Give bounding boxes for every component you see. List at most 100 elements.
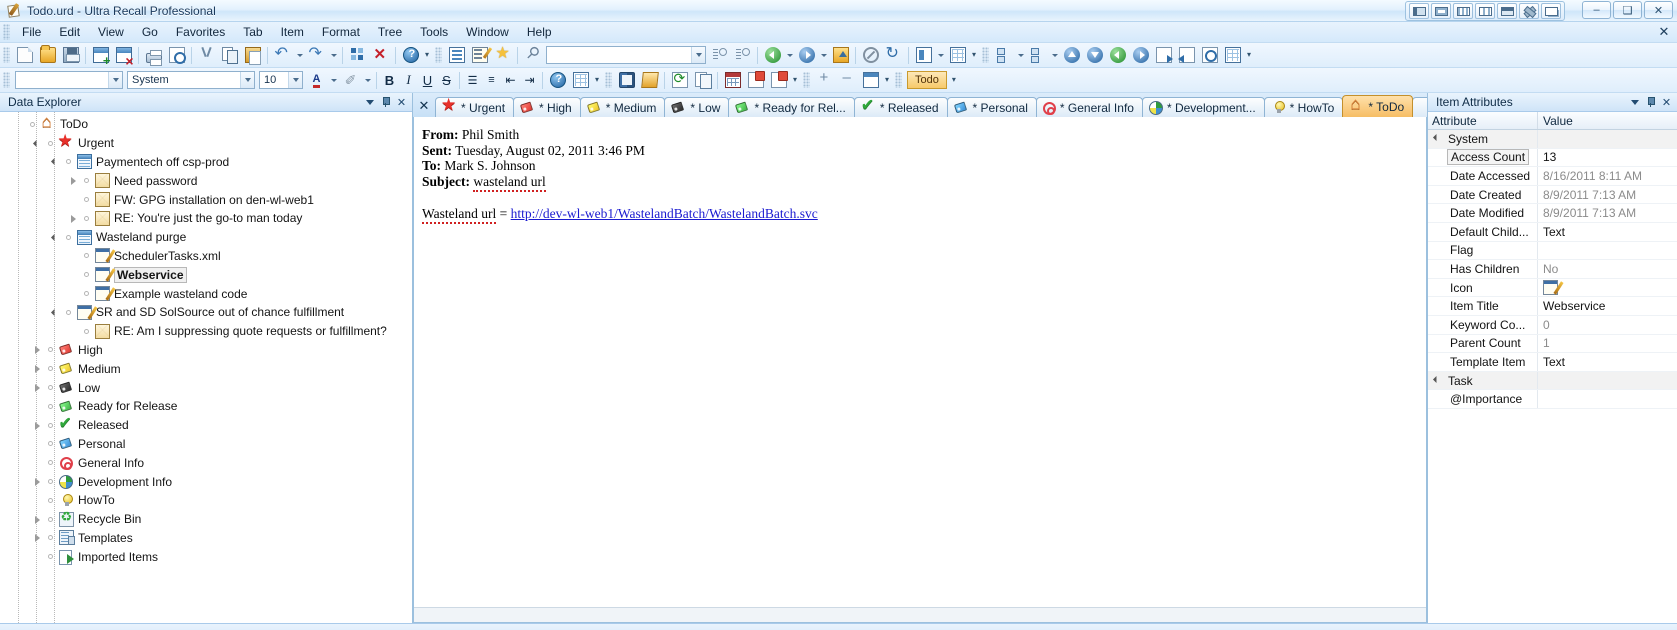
tree-item[interactable]: RE: Am I suppressing quote requests or f…	[0, 322, 412, 341]
menu-edit[interactable]: Edit	[50, 22, 89, 42]
delete-icon[interactable]	[370, 45, 391, 66]
save-icon[interactable]	[60, 45, 81, 66]
value-column-header[interactable]: Value	[1538, 112, 1677, 129]
paste-icon[interactable]	[242, 45, 263, 66]
tree-item[interactable]: Released	[0, 413, 412, 435]
menu-favorites[interactable]: Favorites	[167, 22, 234, 42]
tab-ready-for-rel[interactable]: * Ready for Rel...	[728, 97, 855, 117]
font-color-dropdown-icon[interactable]	[328, 70, 339, 91]
font-size-dropdown-icon[interactable]	[288, 72, 302, 88]
underline-button[interactable]: U	[418, 71, 437, 90]
menu-item[interactable]: Item	[272, 22, 313, 42]
open-file-icon[interactable]	[37, 45, 58, 66]
refresh-icon[interactable]	[883, 43, 904, 66]
layout-split-v-icon[interactable]	[1475, 3, 1495, 19]
expander-closed-icon[interactable]	[30, 379, 44, 397]
copy-icon[interactable]	[219, 45, 240, 66]
attribute-value-cell[interactable]	[1538, 280, 1677, 296]
print-preview-icon[interactable]	[166, 45, 187, 66]
attribute-row[interactable]: Date Accessed 8/16/2011 8:11 AM	[1428, 167, 1677, 186]
menu-go[interactable]: Go	[133, 22, 167, 42]
expander-closed-icon[interactable]	[66, 172, 80, 190]
redo-dropdown-icon[interactable]	[328, 45, 339, 66]
attribute-row[interactable]: Template Item Text	[1428, 353, 1677, 372]
format-overflow-4-icon[interactable]: ▾	[949, 70, 959, 91]
tree-item[interactable]: Recycle Bin	[0, 509, 412, 529]
search-dropdown-icon[interactable]	[691, 47, 705, 63]
attribute-value-cell[interactable]: 0	[1538, 318, 1677, 332]
tab-medium[interactable]: * Medium	[579, 97, 666, 117]
format-grip-4-icon[interactable]	[895, 72, 902, 88]
open-folder-icon[interactable]	[639, 70, 660, 91]
pane-view-dropdown-icon[interactable]	[935, 45, 946, 66]
menu-view[interactable]: View	[89, 22, 133, 42]
attribute-row[interactable]: Default Child... Text	[1428, 222, 1677, 242]
duplicate-doc-icon[interactable]	[692, 70, 713, 91]
format-grip-2-icon[interactable]	[605, 72, 612, 88]
search-input[interactable]	[546, 46, 706, 64]
tree-item[interactable]: High	[0, 341, 412, 360]
maximize-button[interactable]: ❑	[1613, 1, 1642, 19]
calendar-icon[interactable]	[722, 70, 743, 91]
format-overflow-2-icon[interactable]: ▾	[790, 70, 800, 91]
highlight-dropdown-icon[interactable]	[362, 70, 373, 91]
edit-doc-icon[interactable]	[469, 45, 490, 66]
decrease-indent-button[interactable]: ⇤	[501, 71, 520, 90]
toolbar-grip-3-icon[interactable]	[982, 47, 989, 63]
tab-howto[interactable]: * HowTo	[1263, 97, 1344, 117]
tree-item[interactable]: SR and SD SolSource out of chance fulfil…	[0, 303, 412, 322]
attribute-row[interactable]: Keyword Co... 0	[1428, 315, 1677, 335]
font-size-select[interactable]: 10	[259, 71, 303, 89]
forward-icon[interactable]	[796, 45, 817, 66]
move-up-icon[interactable]	[1061, 45, 1082, 66]
toolbar-overflow-2-icon[interactable]: ▾	[969, 45, 979, 66]
zoom-out-icon[interactable]	[837, 69, 858, 91]
group-expander-icon[interactable]	[1434, 376, 1443, 385]
forward-dropdown-icon[interactable]	[818, 45, 829, 66]
undo-dropdown-icon[interactable]	[294, 45, 305, 66]
tab-todo[interactable]: * ToDo	[1342, 94, 1414, 117]
attribute-value-cell[interactable]: 8/9/2011 7:13 AM	[1538, 206, 1677, 220]
attribute-row[interactable]: Item Title Webservice	[1428, 297, 1677, 316]
expander-closed-icon[interactable]	[66, 209, 80, 227]
menu-file[interactable]: File	[13, 22, 50, 42]
undo-icon[interactable]	[272, 43, 293, 66]
menu-grip-icon[interactable]	[3, 24, 10, 40]
toolbar-grip-2-icon[interactable]	[435, 47, 442, 63]
group-expander-icon[interactable]	[1434, 134, 1443, 143]
cut-icon[interactable]	[196, 45, 217, 66]
insert-person-icon[interactable]	[547, 70, 568, 91]
sync-icon[interactable]	[669, 70, 690, 91]
tree-item[interactable]: General Info	[0, 453, 412, 472]
find-prev-icon[interactable]	[732, 45, 753, 66]
insert-child-node-icon[interactable]	[1027, 45, 1048, 66]
tab-urgent[interactable]: * Urgent	[435, 95, 515, 117]
toolbar-grip-1-icon[interactable]	[3, 47, 10, 63]
menu-close-document-icon[interactable]: ✕	[1657, 24, 1671, 39]
document-viewer[interactable]: From: Phil Smith Sent: Tuesday, August 0…	[413, 117, 1427, 623]
tree-item[interactable]: FW: GPG installation on den-wl-web1	[0, 190, 412, 209]
tree-item[interactable]: Paymentech off csp-prod	[0, 153, 412, 172]
format-grip-1-icon[interactable]	[3, 72, 10, 88]
pin-icon[interactable]	[378, 95, 393, 110]
layout-cascade-icon[interactable]	[1541, 3, 1561, 19]
delete-item-icon[interactable]	[113, 45, 134, 67]
expander-open-icon[interactable]	[48, 153, 62, 171]
tree-item[interactable]: Example wasteland code	[0, 284, 412, 303]
style-dropdown-icon[interactable]	[108, 72, 122, 88]
format-grip-3-icon[interactable]	[803, 72, 810, 88]
tree-item[interactable]: Imported Items	[0, 547, 412, 566]
attribute-value-cell[interactable]: Text	[1538, 355, 1677, 369]
new-file-icon[interactable]	[14, 45, 35, 66]
menu-window[interactable]: Window	[457, 22, 518, 42]
layout-left-pane-icon[interactable]	[1409, 3, 1429, 19]
attribute-row[interactable]: Icon	[1428, 278, 1677, 298]
tree-item[interactable]: Templates	[0, 529, 412, 548]
attributes-grid[interactable]: System Access Count 13 Date Accessed 8/16/20…	[1428, 130, 1677, 623]
attribute-group-row[interactable]: Task	[1428, 371, 1677, 391]
attribute-value-cell[interactable]: 13	[1538, 150, 1677, 164]
attr-close-icon[interactable]: ✕	[1659, 95, 1674, 110]
menu-tab[interactable]: Tab	[234, 22, 271, 42]
move-left-icon[interactable]	[1107, 45, 1128, 66]
toolbar-overflow-1-icon[interactable]: ▾	[422, 45, 432, 66]
